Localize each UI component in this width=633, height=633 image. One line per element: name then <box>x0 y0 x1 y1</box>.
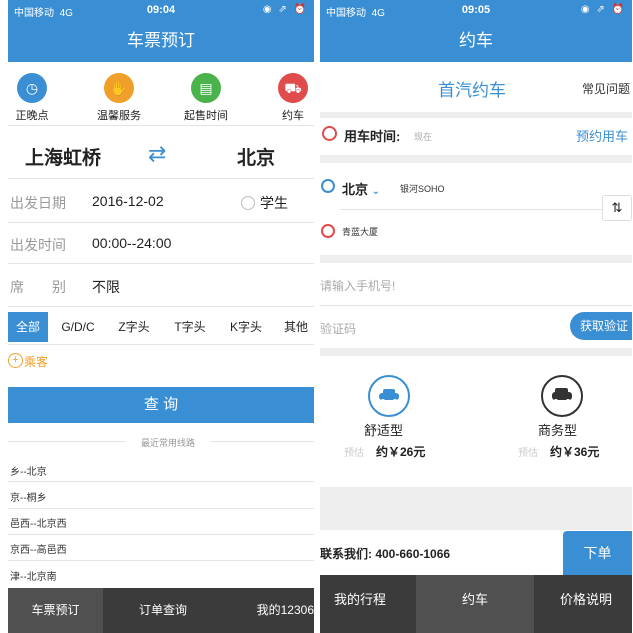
depart-time-label: 出发时间 <box>10 237 66 253</box>
tab-all[interactable]: 全部 <box>8 312 48 342</box>
car-icon: ⛟ <box>278 73 308 103</box>
divider <box>8 125 314 126</box>
nav-price-info[interactable]: 价格说明 <box>540 575 632 633</box>
query-button[interactable]: 查 询 <box>8 387 314 423</box>
estimate-label: 预估 <box>344 448 364 459</box>
divider <box>340 209 602 210</box>
shortcut-label: 正晚点 <box>15 110 49 122</box>
nav-my-trips[interactable]: 我的行程 <box>320 575 400 633</box>
section-gap <box>320 255 632 263</box>
divider <box>8 222 314 223</box>
tab-other[interactable]: 其他 <box>276 312 314 342</box>
clock-icon: ◷ <box>17 73 47 103</box>
start-location-icon <box>321 179 335 193</box>
section-gap <box>320 487 632 530</box>
book-ahead-link[interactable]: 预约用车 <box>576 126 628 145</box>
from-station[interactable]: 上海虹桥 <box>25 143 101 170</box>
depart-date-value[interactable]: 2016-12-02 <box>92 193 164 209</box>
tab-z[interactable]: Z字头 <box>108 312 160 342</box>
estimate-label: 预估 <box>518 448 538 459</box>
bottom-nav: 我的行程 约车 价格说明 <box>320 575 632 633</box>
handshake-icon: ✋ <box>104 73 134 103</box>
shortcut-label: 温馨服务 <box>97 110 141 122</box>
divider <box>8 306 314 307</box>
divider <box>8 178 314 179</box>
depart-time-value[interactable]: 00:00--24:00 <box>92 235 171 251</box>
clock-icon <box>322 126 337 141</box>
status-bar: 中国移动 4G 09:04 ◉ ⇗ ⏰ <box>8 0 314 20</box>
destination-icon <box>321 224 335 238</box>
time-value[interactable]: 现在 <box>414 130 432 143</box>
city-select[interactable]: 北京 ⌄ <box>342 179 380 198</box>
subheader: 首汽约车 常见问题 <box>320 62 632 112</box>
recent-routes-title: 最近常用线路 <box>126 436 210 449</box>
destination[interactable]: 青蓝大厦 <box>342 225 378 238</box>
car-type-name: 商务型 <box>538 423 578 438</box>
shortcut-label: 起售时间 <box>184 110 228 122</box>
section-gap <box>320 348 632 356</box>
tab-k[interactable]: K字头 <box>220 312 272 342</box>
contact-info: 联系我们: 400-660-1066 <box>320 547 451 561</box>
start-location[interactable]: 银河SOHO <box>400 182 445 195</box>
car-type-name: 舒适型 <box>364 423 404 438</box>
student-radio[interactable] <box>241 196 255 210</box>
phone-input[interactable]: 请输入手机号! <box>320 277 395 294</box>
status-icons: ◉ ⇗ ⏰ <box>580 4 626 15</box>
chevron-down-icon: ⌄ <box>371 186 381 197</box>
shortcut-label: 约车 <box>282 110 304 122</box>
right-phone-screen: 中国移动 4G 09:05 ◉ ⇗ ⏰ 约车 首汽约车 常见问题 用车时间: 现… <box>320 0 632 633</box>
to-station[interactable]: 北京 <box>237 143 275 170</box>
code-input[interactable]: 验证码 <box>320 320 356 337</box>
car-price: 约￥26元 <box>376 445 426 459</box>
nav-car-booking[interactable]: 约车 <box>416 575 534 633</box>
status-bar: 中国移动 4G 09:05 ◉ ⇗ ⏰ <box>320 0 632 20</box>
ticket-icon: ▤ <box>191 73 221 103</box>
recent-route-item[interactable]: 乡--北京 <box>10 463 47 478</box>
add-passenger-icon[interactable]: + <box>8 353 23 368</box>
left-phone-screen: 中国移动 4G 09:04 ◉ ⇗ ⏰ 车票预订 ◷ 正晚点 ✋ 温馨服务 ▤ … <box>8 0 314 633</box>
car-icon <box>541 375 583 417</box>
seat-value[interactable]: 不限 <box>92 277 120 297</box>
get-code-button[interactable]: 获取验证 <box>570 312 632 340</box>
depart-date-label: 出发日期 <box>10 195 66 211</box>
nav-order-query[interactable]: 订单查询 <box>113 588 213 633</box>
time-label: 用车时间: <box>344 129 401 144</box>
divider <box>8 263 314 264</box>
student-label: 学生 <box>260 195 288 211</box>
section-gap <box>320 112 632 118</box>
page-title: 约车 <box>320 20 632 62</box>
section-gap <box>320 155 632 163</box>
divider <box>8 481 314 482</box>
divider <box>8 534 314 535</box>
recent-route-item[interactable]: 津--北京南 <box>10 568 57 583</box>
status-icons: ◉ ⇗ ⏰ <box>262 4 308 15</box>
divider <box>320 305 632 306</box>
bottom-nav: 车票预订 订单查询 我的12306 <box>8 588 314 633</box>
seat-label: 席 别 <box>10 279 66 295</box>
nav-my-12306[interactable]: 我的12306 <box>223 588 314 633</box>
recent-route-item[interactable]: 邑西--北京西 <box>10 515 67 530</box>
order-button[interactable]: 下单 <box>563 531 632 575</box>
nav-ticket-booking[interactable]: 车票预订 <box>8 588 103 633</box>
divider <box>8 560 314 561</box>
divider <box>8 508 314 509</box>
swap-stations-icon[interactable]: ⇄ <box>148 141 166 167</box>
tab-t[interactable]: T字头 <box>164 312 216 342</box>
tab-gdc[interactable]: G/D/C <box>52 312 104 342</box>
divider <box>8 344 314 345</box>
recent-route-item[interactable]: 京西--高邑西 <box>10 541 67 556</box>
subheader-title: 首汽约车 <box>438 81 506 100</box>
recent-route-item[interactable]: 京--桐乡 <box>10 489 47 504</box>
passenger-label[interactable]: 乘客 <box>24 353 48 370</box>
car-icon <box>368 375 410 417</box>
page-title: 车票预订 <box>8 20 314 62</box>
faq-link[interactable]: 常见问题 <box>582 80 630 97</box>
swap-locations-icon[interactable]: ⇅ <box>602 195 632 221</box>
car-price: 约￥36元 <box>550 445 600 459</box>
